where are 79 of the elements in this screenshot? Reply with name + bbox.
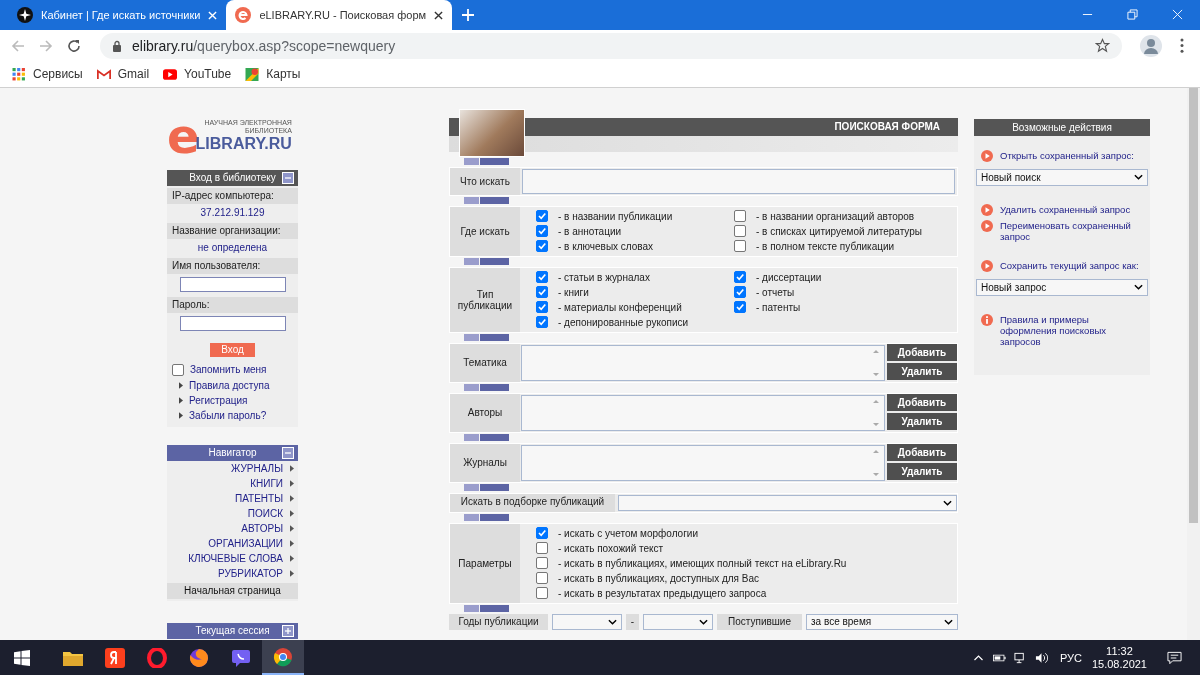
field-label: Название организации:: [167, 222, 298, 239]
checkbox-label[interactable]: - в названии публикации: [558, 210, 673, 222]
field-label: IP-адрес компьютера:: [167, 187, 298, 204]
dropdown[interactable]: за все время: [806, 613, 958, 630]
list-button[interactable]: Удалить: [887, 362, 957, 380]
row-label: Тип публикации: [450, 267, 520, 332]
action-link[interactable]: Правила и примеры оформления поисковых запросов: [1000, 313, 1148, 347]
checkbox-label[interactable]: - материалы конференций: [558, 301, 682, 313]
nav-link[interactable]: ОРГАНИЗАЦИИ: [208, 537, 283, 549]
nav-link[interactable]: ПОИСК: [247, 507, 283, 519]
panel-header[interactable]: Текущая сессия: [167, 622, 298, 639]
row-label: Годы публикации: [449, 613, 548, 630]
clock-time: 11:32: [1106, 644, 1133, 658]
panel-title: Вход в библиотеку: [189, 172, 276, 184]
action-link[interactable]: Переименовать сохраненный запрос: [1000, 219, 1148, 242]
address-field[interactable]: elibrary.ru/querybox.asp?scope=newquery: [100, 32, 1122, 59]
checkbox-label[interactable]: - искать в результатах предыдущего запроса: [558, 587, 767, 599]
checkbox-label[interactable]: - искать похожий текст: [558, 542, 664, 554]
row-label: Тематика: [450, 343, 520, 382]
list-button[interactable]: Удалить: [887, 412, 957, 430]
panel-header[interactable]: Вход в библиотеку: [167, 169, 298, 186]
row-label: Поступившие: [717, 613, 802, 630]
checkbox-label[interactable]: - искать с учетом морфологии: [558, 527, 698, 539]
list-button[interactable]: Добавить: [887, 393, 957, 411]
row-label: Что искать: [450, 167, 520, 195]
nav-link[interactable]: ПАТЕНТЫ: [234, 492, 283, 504]
dropdown[interactable]: Новый поиск: [976, 168, 1148, 186]
list-button[interactable]: Добавить: [887, 443, 957, 461]
language-indicator[interactable]: РУС: [1059, 651, 1082, 664]
nav-link[interactable]: КЛЮЧЕВЫЕ СЛОВА: [188, 552, 283, 564]
panel-title: Навигатор: [208, 447, 257, 459]
field-value: 37.212.91.129: [199, 205, 266, 220]
field-label: Пароль:: [167, 296, 298, 313]
checkbox-label[interactable]: - искать в публикациях, доступных для Вас: [558, 572, 760, 584]
action-link[interactable]: Сохранить текущий запрос как:: [1000, 259, 1139, 271]
checkbox-label[interactable]: - книги: [558, 286, 589, 298]
checkbox-label[interactable]: - патенты: [756, 301, 801, 313]
bookmark-link[interactable]: Сервисы: [33, 67, 83, 82]
panel-header[interactable]: Навигатор: [167, 444, 298, 461]
browser-tab[interactable]: eLIBRARY.RU - Поисковая форм: [226, 0, 453, 30]
row-label: Параметры: [450, 523, 520, 603]
checkbox-label[interactable]: - в аннотации: [558, 225, 622, 237]
checkbox-label[interactable]: - депонированные рукописи: [558, 316, 689, 328]
checkbox-label[interactable]: Запомнить меня: [190, 364, 267, 376]
dropdown[interactable]: Новый запрос: [976, 278, 1148, 296]
panel-header: Возможные действия: [974, 118, 1150, 136]
checkbox-label[interactable]: - в списках цитируемой литературы: [756, 225, 922, 237]
bookmark-link[interactable]: Gmail: [117, 67, 150, 82]
link[interactable]: Правила доступа: [189, 379, 270, 391]
browser-tab[interactable]: Кабинет | Где искать источники: [8, 0, 227, 30]
row-label: Журналы: [450, 443, 520, 482]
checkbox-label[interactable]: - диссертации: [756, 271, 822, 283]
nav-link[interactable]: АВТОРЫ: [241, 522, 283, 534]
nav-link[interactable]: РУБРИКАТОР: [217, 567, 283, 579]
checkbox-label[interactable]: - статьи в журналах: [558, 271, 650, 283]
bookmark-link[interactable]: YouTube: [184, 67, 232, 82]
list-button[interactable]: Добавить: [887, 343, 957, 361]
checkbox-label[interactable]: - искать в публикациях, имеющих полный текст на eLibrary.Ru: [558, 557, 847, 569]
action-link[interactable]: Удалить сохраненный запрос: [1000, 203, 1131, 215]
checkbox-label[interactable]: - в названии организаций авторов: [756, 210, 915, 222]
row-label: Авторы: [450, 393, 520, 432]
clock-date: 15.08.2021: [1091, 657, 1147, 671]
range-separator: -: [626, 613, 639, 630]
checkbox-label[interactable]: - в ключевых словах: [558, 240, 654, 252]
home-link[interactable]: Начальная страница: [167, 582, 298, 599]
nav-link[interactable]: КНИГИ: [250, 477, 283, 489]
nav-link[interactable]: ЖУРНАЛЫ: [231, 462, 283, 474]
action-link[interactable]: Открыть сохраненный запрос:: [1000, 149, 1134, 161]
link[interactable]: Забыли пароль?: [189, 409, 267, 421]
panel-title: Текущая сессия: [195, 625, 270, 637]
field-label: Имя пользователя:: [167, 257, 298, 274]
field-value: не определена: [196, 240, 269, 255]
bookmark-link[interactable]: Карты: [266, 67, 301, 82]
row-label: Искать в подборке публикаций: [450, 493, 615, 512]
row-label: Где искать: [450, 206, 520, 256]
checkbox-label[interactable]: - отчеты: [756, 286, 795, 298]
list-button[interactable]: Удалить: [887, 462, 957, 480]
checkbox-label[interactable]: - в полном тексте публикации: [756, 240, 895, 252]
link[interactable]: Регистрация: [189, 394, 248, 406]
